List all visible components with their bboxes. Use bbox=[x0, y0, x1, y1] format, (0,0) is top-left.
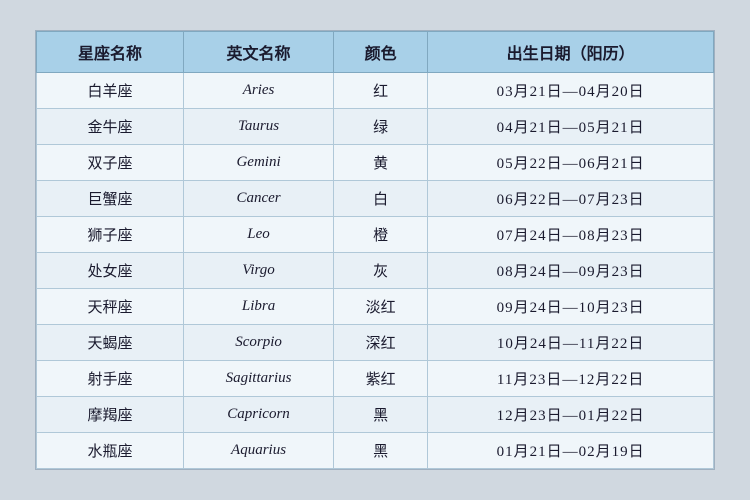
cell-color: 黑 bbox=[334, 397, 428, 433]
table-row: 射手座Sagittarius紫红11月23日—12月22日 bbox=[37, 361, 714, 397]
cell-english-name: Virgo bbox=[184, 253, 334, 289]
table-row: 巨蟹座Cancer白06月22日—07月23日 bbox=[37, 181, 714, 217]
table-row: 天蝎座Scorpio深红10月24日—11月22日 bbox=[37, 325, 714, 361]
header-english-name: 英文名称 bbox=[184, 32, 334, 73]
cell-english-name: Sagittarius bbox=[184, 361, 334, 397]
cell-dates: 12月23日—01月22日 bbox=[428, 397, 714, 433]
cell-dates: 03月21日—04月20日 bbox=[428, 73, 714, 109]
cell-dates: 05月22日—06月21日 bbox=[428, 145, 714, 181]
table-row: 天秤座Libra淡红09月24日—10月23日 bbox=[37, 289, 714, 325]
table-row: 金牛座Taurus绿04月21日—05月21日 bbox=[37, 109, 714, 145]
table-row: 白羊座Aries红03月21日—04月20日 bbox=[37, 73, 714, 109]
cell-chinese-name: 水瓶座 bbox=[37, 433, 184, 469]
cell-english-name: Leo bbox=[184, 217, 334, 253]
cell-english-name: Capricorn bbox=[184, 397, 334, 433]
cell-color: 紫红 bbox=[334, 361, 428, 397]
cell-english-name: Cancer bbox=[184, 181, 334, 217]
header-chinese-name: 星座名称 bbox=[37, 32, 184, 73]
table-row: 双子座Gemini黄05月22日—06月21日 bbox=[37, 145, 714, 181]
cell-dates: 07月24日—08月23日 bbox=[428, 217, 714, 253]
table-row: 摩羯座Capricorn黑12月23日—01月22日 bbox=[37, 397, 714, 433]
cell-dates: 04月21日—05月21日 bbox=[428, 109, 714, 145]
cell-dates: 06月22日—07月23日 bbox=[428, 181, 714, 217]
cell-english-name: Taurus bbox=[184, 109, 334, 145]
cell-dates: 09月24日—10月23日 bbox=[428, 289, 714, 325]
cell-color: 淡红 bbox=[334, 289, 428, 325]
cell-chinese-name: 金牛座 bbox=[37, 109, 184, 145]
table-row: 水瓶座Aquarius黑01月21日—02月19日 bbox=[37, 433, 714, 469]
cell-chinese-name: 白羊座 bbox=[37, 73, 184, 109]
header-dates: 出生日期（阳历） bbox=[428, 32, 714, 73]
cell-color: 深红 bbox=[334, 325, 428, 361]
cell-color: 红 bbox=[334, 73, 428, 109]
cell-dates: 11月23日—12月22日 bbox=[428, 361, 714, 397]
cell-color: 绿 bbox=[334, 109, 428, 145]
cell-color: 黄 bbox=[334, 145, 428, 181]
header-color: 颜色 bbox=[334, 32, 428, 73]
cell-english-name: Scorpio bbox=[184, 325, 334, 361]
zodiac-table: 星座名称 英文名称 颜色 出生日期（阳历） 白羊座Aries红03月21日—04… bbox=[36, 31, 714, 469]
cell-english-name: Libra bbox=[184, 289, 334, 325]
cell-chinese-name: 天蝎座 bbox=[37, 325, 184, 361]
cell-chinese-name: 处女座 bbox=[37, 253, 184, 289]
cell-dates: 01月21日—02月19日 bbox=[428, 433, 714, 469]
cell-color: 灰 bbox=[334, 253, 428, 289]
cell-english-name: Gemini bbox=[184, 145, 334, 181]
cell-chinese-name: 天秤座 bbox=[37, 289, 184, 325]
cell-chinese-name: 双子座 bbox=[37, 145, 184, 181]
table-row: 狮子座Leo橙07月24日—08月23日 bbox=[37, 217, 714, 253]
cell-color: 白 bbox=[334, 181, 428, 217]
cell-dates: 10月24日—11月22日 bbox=[428, 325, 714, 361]
cell-chinese-name: 巨蟹座 bbox=[37, 181, 184, 217]
table-row: 处女座Virgo灰08月24日—09月23日 bbox=[37, 253, 714, 289]
cell-english-name: Aquarius bbox=[184, 433, 334, 469]
cell-dates: 08月24日—09月23日 bbox=[428, 253, 714, 289]
cell-color: 黑 bbox=[334, 433, 428, 469]
zodiac-table-container: 星座名称 英文名称 颜色 出生日期（阳历） 白羊座Aries红03月21日—04… bbox=[35, 30, 715, 470]
table-header-row: 星座名称 英文名称 颜色 出生日期（阳历） bbox=[37, 32, 714, 73]
cell-color: 橙 bbox=[334, 217, 428, 253]
table-body: 白羊座Aries红03月21日—04月20日金牛座Taurus绿04月21日—0… bbox=[37, 73, 714, 469]
cell-chinese-name: 摩羯座 bbox=[37, 397, 184, 433]
cell-english-name: Aries bbox=[184, 73, 334, 109]
cell-chinese-name: 射手座 bbox=[37, 361, 184, 397]
cell-chinese-name: 狮子座 bbox=[37, 217, 184, 253]
